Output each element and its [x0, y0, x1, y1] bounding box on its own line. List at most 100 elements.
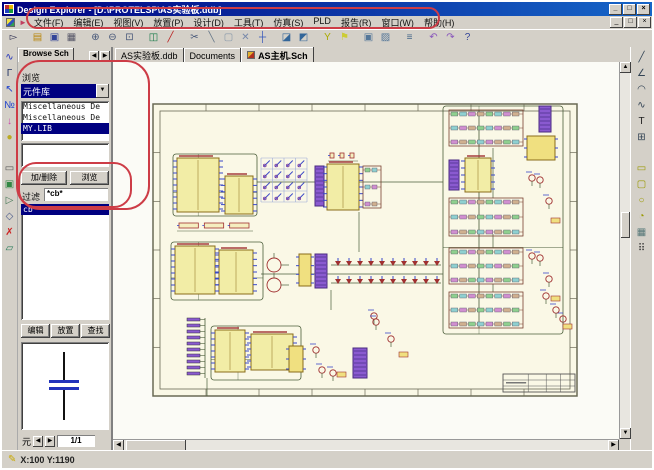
- pencil-icon[interactable]: ╲: [203, 31, 220, 46]
- close-button[interactable]: ×: [638, 17, 651, 28]
- library-list[interactable]: Miscellaneous DeMiscellaneous DeMY.LIB: [21, 101, 109, 141]
- arc-tool-icon[interactable]: ◠: [634, 82, 650, 98]
- save-icon[interactable]: ▣: [46, 31, 63, 46]
- pointer-doc-icon[interactable]: ▻: [5, 31, 22, 46]
- open-icon[interactable]: ▤: [29, 31, 46, 46]
- parts-icon[interactable]: ◫: [145, 31, 162, 46]
- pager-prev-icon[interactable]: ◀: [33, 436, 43, 447]
- select-rect-icon[interactable]: ▢: [220, 31, 237, 46]
- maximize-button[interactable]: □: [624, 17, 637, 28]
- tab-label: AS主机.Sch: [258, 49, 308, 62]
- port-tool-icon[interactable]: ◇: [2, 209, 18, 225]
- no-erc-icon[interactable]: ✗: [2, 225, 18, 241]
- power-port-icon[interactable]: ↓: [2, 114, 18, 130]
- net-label-icon[interactable]: ↖: [2, 82, 18, 98]
- library-type-select[interactable]: 元件库 ▼: [21, 84, 109, 98]
- schematic-sheet[interactable]: [113, 62, 623, 443]
- help-icon[interactable]: ?: [459, 31, 476, 46]
- line-tool-icon[interactable]: ╱: [634, 50, 650, 66]
- vertical-scroll-thumb[interactable]: [621, 212, 630, 238]
- zoom-document-icon[interactable]: ⊡: [121, 31, 138, 46]
- run-setup-icon[interactable]: ▨: [377, 31, 394, 46]
- tab-workspace[interactable]: AS实验板.ddb: [115, 48, 184, 62]
- polyline-tool-icon[interactable]: ∠: [634, 66, 650, 82]
- menu-item-help[interactable]: 帮助(H): [419, 16, 460, 29]
- pie-tool-icon[interactable]: ◔: [634, 209, 650, 225]
- panel-tab-scroll-right-icon[interactable]: ▶: [100, 51, 110, 62]
- component-list[interactable]: cb: [21, 204, 109, 320]
- component-item[interactable]: cb: [21, 204, 109, 215]
- zoom-out-icon[interactable]: ⊖: [104, 31, 121, 46]
- scroll-up-icon[interactable]: ▲: [620, 62, 631, 73]
- minimize-button[interactable]: _: [610, 17, 623, 28]
- probe-icon[interactable]: Y: [319, 31, 336, 46]
- place-button[interactable]: 放置: [51, 324, 80, 338]
- find-button[interactable]: 查找: [81, 324, 110, 338]
- menu-item-simulate[interactable]: 仿真(S): [268, 16, 308, 29]
- sheet-symbol-icon[interactable]: ▣: [2, 177, 18, 193]
- flag-icon[interactable]: ⚑: [336, 31, 353, 46]
- schematic-tab-icon: [247, 51, 255, 59]
- dropdown-arrow-icon[interactable]: ▼: [96, 84, 109, 98]
- vertical-scrollbar[interactable]: ▲ ▼: [619, 62, 630, 439]
- deselect-icon[interactable]: ✕: [237, 31, 254, 46]
- sheet-entry-icon[interactable]: ▷: [2, 193, 18, 209]
- add-remove-button[interactable]: 加/删除: [21, 171, 67, 185]
- run-icon[interactable]: ▣: [360, 31, 377, 46]
- bus-tool-icon[interactable]: Γ: [2, 66, 18, 82]
- library-item[interactable]: Miscellaneous De: [21, 112, 109, 123]
- net-text-icon[interactable]: №: [2, 98, 18, 114]
- menu-item-file[interactable]: 文件(F): [29, 16, 69, 29]
- minimize-button[interactable]: _: [609, 4, 622, 15]
- browse-sch-tab[interactable]: Browse Sch: [18, 48, 74, 62]
- wire-icon[interactable]: ╱: [162, 31, 179, 46]
- schematic-canvas[interactable]: ▲ ▼ ◀ ▶: [113, 62, 630, 450]
- wire-tool-icon[interactable]: ∿: [2, 50, 18, 66]
- text-frame-icon[interactable]: ⊞: [634, 130, 650, 146]
- ellipse-tool-icon[interactable]: ○: [634, 193, 650, 209]
- edit-button[interactable]: 编辑: [21, 324, 50, 338]
- menu-item-pld[interactable]: PLD: [308, 16, 336, 29]
- pager-next-icon[interactable]: ▶: [45, 436, 55, 447]
- round-rect-tool-icon[interactable]: ▢: [634, 177, 650, 193]
- menu-item-edit[interactable]: 编辑(E): [68, 16, 108, 29]
- maximize-button[interactable]: □: [623, 4, 636, 15]
- move-icon[interactable]: ┼: [254, 31, 271, 46]
- pager-value: 1/1: [57, 435, 95, 447]
- horizontal-scrollbar[interactable]: ◀ ▶: [113, 439, 619, 450]
- filter-input[interactable]: *cb*: [44, 188, 108, 201]
- text-tool-icon[interactable]: T: [634, 114, 650, 130]
- redo-icon[interactable]: ↷: [442, 31, 459, 46]
- netlist-icon[interactable]: ≡: [401, 31, 418, 46]
- tab-schematic[interactable]: AS主机.Sch: [241, 47, 314, 62]
- print-icon[interactable]: ▦: [63, 31, 80, 46]
- part-tool-icon[interactable]: ▭: [2, 161, 18, 177]
- menu-item-place[interactable]: 放置(P): [148, 16, 188, 29]
- paste-array-icon[interactable]: ⠿: [634, 241, 650, 257]
- library-item[interactable]: Miscellaneous De: [21, 101, 109, 112]
- cutter-icon[interactable]: ✂: [186, 31, 203, 46]
- scroll-down-icon[interactable]: ▼: [620, 428, 631, 439]
- toolbar-separator: [138, 31, 145, 46]
- menu-item-window[interactable]: 窗口(W): [376, 16, 419, 29]
- bezier-tool-icon[interactable]: ∿: [634, 98, 650, 114]
- toolbar-separator: [353, 31, 360, 46]
- panel-tab-scroll-left-icon[interactable]: ◀: [89, 51, 99, 62]
- graphic-tool-icon[interactable]: ▦: [634, 225, 650, 241]
- library-manage-icon[interactable]: ◩: [295, 31, 312, 46]
- menu-item-reports[interactable]: 报告(R): [336, 16, 377, 29]
- zoom-in-icon[interactable]: ⊕: [87, 31, 104, 46]
- browse-button[interactable]: 浏览: [70, 171, 109, 185]
- junction-icon[interactable]: ●: [2, 130, 18, 146]
- menu-item-design[interactable]: 设计(D): [188, 16, 229, 29]
- undo-icon[interactable]: ↶: [425, 31, 442, 46]
- pcb-directive-icon[interactable]: ▱: [2, 241, 18, 257]
- menu-item-tools[interactable]: 工具(T): [229, 16, 269, 29]
- menu-item-view[interactable]: 视图(V): [108, 16, 148, 29]
- library-type-value: 元件库: [21, 84, 96, 98]
- library-item[interactable]: MY.LIB: [21, 123, 109, 134]
- tab-documents[interactable]: Documents: [184, 48, 242, 62]
- close-button[interactable]: ×: [637, 4, 650, 15]
- rect-tool-icon[interactable]: ▭: [634, 161, 650, 177]
- library-icon[interactable]: ◪: [278, 31, 295, 46]
